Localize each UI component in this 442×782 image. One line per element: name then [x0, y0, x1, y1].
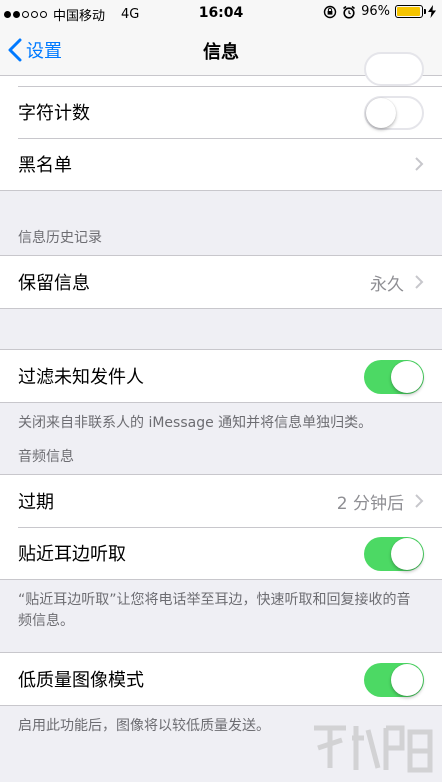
row-blacklist[interactable]: 黑名单 [0, 138, 442, 190]
settings-content: 字符计数 黑名单 信息历史记录 保留信息 永久 过滤未知发件人 关闭来自非联系人… [0, 52, 442, 737]
filter-unknown-toggle[interactable] [364, 360, 424, 394]
section-header-history: 信息历史记录 [18, 230, 102, 246]
battery-percent: 96% [361, 4, 390, 19]
char-count-toggle[interactable] [364, 96, 424, 130]
clipped-toggle [364, 52, 424, 86]
row-expire[interactable]: 过期 2 分钟后 [0, 475, 442, 527]
char-count-label: 字符计数 [18, 103, 90, 124]
status-bar: 中国移动 4G 16:04 96% [0, 0, 442, 26]
blacklist-label: 黑名单 [18, 155, 72, 176]
blacklist-accessory [414, 138, 424, 190]
filter-unknown-label: 过滤未知发件人 [18, 367, 144, 388]
raise-to-listen-toggle[interactable] [364, 537, 424, 571]
chevron-right-icon [415, 494, 424, 508]
expire-accessory: 2 分钟后 [337, 475, 424, 527]
keep-messages-accessory: 永久 [370, 256, 424, 308]
low-quality-label: 低质量图像模式 [18, 670, 144, 691]
section-header-audio: 音频信息 [18, 449, 74, 465]
row-char-count: 字符计数 [0, 86, 442, 138]
row-low-quality: 低质量图像模式 [0, 653, 442, 705]
clipped-row [0, 52, 442, 86]
filter-footer-text: 关闭来自非联系人的 iMessage 通知并将信息单独归类。 [18, 415, 373, 431]
settings-group-filter: 过滤未知发件人 [0, 349, 442, 403]
keep-messages-value: 永久 [370, 274, 404, 295]
expire-value: 2 分钟后 [336, 493, 404, 514]
rotation-lock-icon [323, 5, 337, 18]
row-raise-to-listen: 贴近耳边听取 [0, 527, 442, 579]
keep-messages-label: 保留信息 [18, 273, 90, 294]
settings-group-history: 保留信息 永久 [0, 255, 442, 309]
raise-footer-text: “贴近耳边听取”让您将电话举至耳边，快速听取和回复接收的音频信息。 [18, 592, 411, 629]
raise-to-listen-label: 贴近耳边听取 [18, 544, 126, 565]
settings-group-top: 字符计数 黑名单 [0, 52, 442, 191]
alarm-icon [343, 5, 356, 19]
watermark-logo-icon [314, 725, 433, 773]
charging-icon [428, 5, 436, 18]
status-right: 96% [323, 4, 436, 19]
row-filter-unknown: 过滤未知发件人 [0, 350, 442, 402]
battery-icon [395, 5, 426, 18]
low-quality-toggle[interactable] [364, 663, 424, 697]
expire-label: 过期 [18, 492, 54, 513]
chevron-right-icon [415, 275, 424, 289]
settings-group-audio: 过期 2 分钟后 贴近耳边听取 [0, 474, 442, 580]
chevron-right-icon [415, 157, 424, 171]
settings-group-image: 低质量图像模式 [0, 652, 442, 706]
row-keep-messages[interactable]: 保留信息 永久 [0, 256, 442, 308]
